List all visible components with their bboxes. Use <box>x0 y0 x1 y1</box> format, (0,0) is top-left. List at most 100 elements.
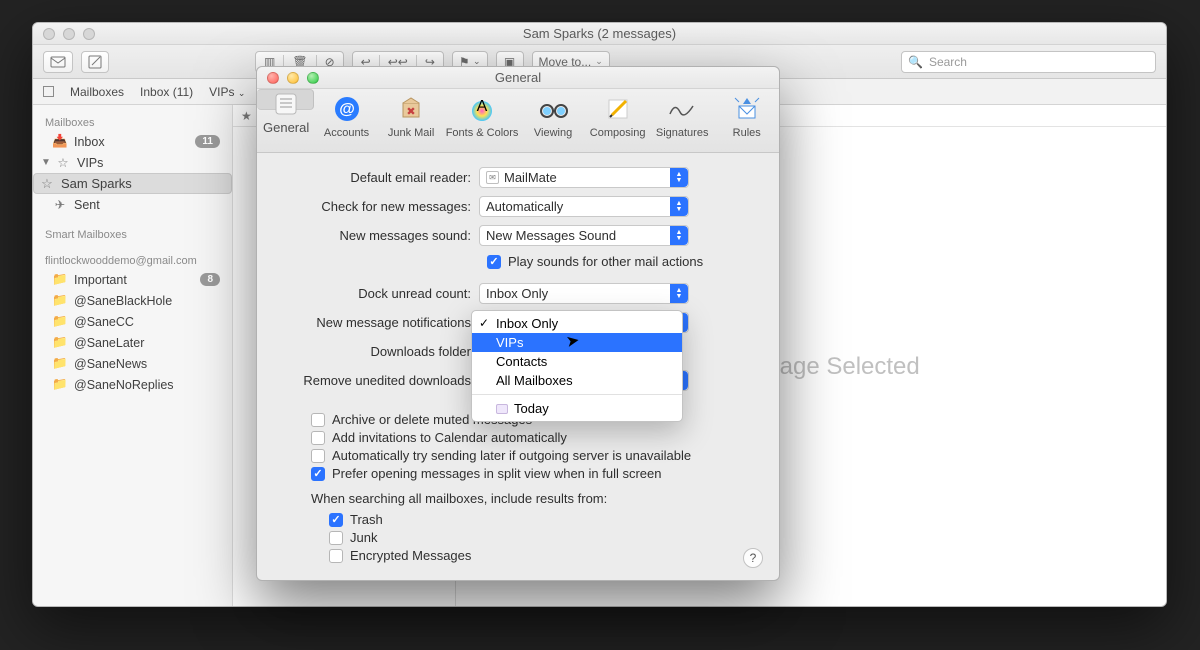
sent-icon: ✈ <box>53 197 67 212</box>
updown-arrows-icon: ▲▼ <box>670 168 688 187</box>
main-window-title: Sam Sparks (2 messages) <box>33 26 1166 41</box>
fav-mailboxes[interactable]: Mailboxes <box>70 85 124 99</box>
tab-viewing[interactable]: Viewing <box>521 89 586 153</box>
signatures-tab-icon <box>666 93 698 125</box>
dropdown-item-contacts[interactable]: Contacts <box>472 352 682 371</box>
fav-inbox[interactable]: Inbox (11) <box>140 85 193 99</box>
tab-general[interactable]: General <box>257 89 314 110</box>
folder-icon: 📁 <box>53 314 67 329</box>
sidebar-header-smart: Smart Mailboxes <box>33 223 232 243</box>
include-trash-checkbox[interactable]: ✓ <box>329 513 343 527</box>
compose-button[interactable] <box>81 51 109 73</box>
fav-vips[interactable]: VIPs ⌄ <box>209 85 245 99</box>
sound-select[interactable]: New Messages Sound ▲▼ <box>479 225 689 246</box>
notifications-label: New message notifications <box>279 315 479 330</box>
svg-text:✖: ✖ <box>406 106 415 118</box>
sidebar: Mailboxes 📥 Inbox 11 ▼ ☆ VIPs ☆ Sam Spar… <box>33 105 233 606</box>
include-junk-checkbox[interactable] <box>329 531 343 545</box>
compose-icon <box>88 55 102 69</box>
folder-icon: 📁 <box>53 377 67 392</box>
play-sounds-checkbox[interactable]: ✓ <box>487 255 501 269</box>
important-badge: 8 <box>200 273 220 286</box>
composing-tab-icon <box>602 93 634 125</box>
sidebar-item-vips[interactable]: ▼ ☆ VIPs <box>33 152 232 173</box>
search-icon: 🔍 <box>908 55 923 69</box>
star-icon: ☆ <box>56 155 70 170</box>
dock-select[interactable]: Inbox Only ▲▼ <box>479 283 689 304</box>
disclosure-triangle-icon[interactable]: ▼ <box>41 157 49 168</box>
folder-icon: 📁 <box>53 335 67 350</box>
prefs-tabs: General @ Accounts ✖ Junk Mail A Fonts &… <box>257 89 779 153</box>
tab-rules[interactable]: Rules <box>714 89 779 153</box>
accounts-tab-icon: @ <box>331 93 363 125</box>
svg-text:@: @ <box>339 101 355 118</box>
updown-arrows-icon: ▲▼ <box>670 284 688 303</box>
inbox-badge: 11 <box>195 135 220 148</box>
updown-arrows-icon: ▲▼ <box>670 197 688 216</box>
tab-accounts[interactable]: @ Accounts <box>314 89 379 153</box>
folder-icon: 📁 <box>53 356 67 371</box>
play-sounds-label: Play sounds for other mail actions <box>508 254 703 269</box>
include-trash-label: Trash <box>350 512 383 527</box>
dropdown-item-all-mailboxes[interactable]: All Mailboxes <box>472 371 682 390</box>
help-button[interactable]: ? <box>743 548 763 568</box>
sidebar-account-header: flintlockwooddemo@gmail.com <box>33 249 232 269</box>
archive-muted-checkbox[interactable] <box>311 413 325 427</box>
sound-label: New messages sound: <box>279 228 479 243</box>
search-include-header: When searching all mailboxes, include re… <box>279 491 757 506</box>
svg-text:A: A <box>477 98 488 115</box>
include-encrypted-checkbox[interactable] <box>329 549 343 563</box>
dropdown-item-today[interactable]: Today <box>472 399 682 418</box>
split-view-checkbox[interactable]: ✓ <box>311 467 325 481</box>
retry-send-checkbox[interactable] <box>311 449 325 463</box>
sidebar-item-sanecc[interactable]: 📁 @SaneCC <box>33 311 232 332</box>
get-mail-button[interactable] <box>43 51 73 73</box>
dock-label: Dock unread count: <box>279 286 479 301</box>
search-input[interactable]: 🔍 Search <box>901 51 1156 73</box>
notifications-dropdown: Inbox Only VIPs Contacts All Mailboxes T… <box>471 310 683 422</box>
downloads-label: Downloads folder <box>279 344 479 359</box>
add-calendar-label: Add invitations to Calendar automaticall… <box>332 430 567 445</box>
mailboxes-toggle-icon[interactable] <box>43 86 54 97</box>
today-smart-icon <box>496 404 508 414</box>
prefs-titlebar: General <box>257 67 779 89</box>
junkmail-tab-icon: ✖ <box>395 93 427 125</box>
default-reader-label: Default email reader: <box>279 170 479 185</box>
sidebar-item-sanenews[interactable]: 📁 @SaneNews <box>33 353 232 374</box>
updown-arrows-icon: ▲▼ <box>670 226 688 245</box>
retry-send-label: Automatically try sending later if outgo… <box>332 448 691 463</box>
tab-signatures[interactable]: Signatures <box>650 89 715 153</box>
check-new-select[interactable]: Automatically ▲▼ <box>479 196 689 217</box>
sidebar-item-saneblackhole[interactable]: 📁 @SaneBlackHole <box>33 290 232 311</box>
dropdown-separator <box>472 394 682 395</box>
tab-composing[interactable]: Composing <box>585 89 650 153</box>
inbox-icon <box>50 56 66 68</box>
default-reader-select[interactable]: ✉ MailMate ▲▼ <box>479 167 689 188</box>
viewing-tab-icon <box>537 93 569 125</box>
tab-junkmail[interactable]: ✖ Junk Mail <box>379 89 444 153</box>
main-titlebar: Sam Sparks (2 messages) <box>33 23 1166 45</box>
mailmate-app-icon: ✉ <box>486 171 499 184</box>
rules-tab-icon <box>731 93 763 125</box>
include-encrypted-label: Encrypted Messages <box>350 548 471 563</box>
inbox-sidebar-icon: 📥 <box>53 134 67 149</box>
sidebar-item-sent[interactable]: ✈ Sent <box>33 194 232 215</box>
folder-icon: 📁 <box>53 272 67 287</box>
folder-icon: 📁 <box>53 293 67 308</box>
check-new-label: Check for new messages: <box>279 199 479 214</box>
sidebar-item-sanenoreplies[interactable]: 📁 @SaneNoReplies <box>33 374 232 395</box>
remove-dl-label: Remove unedited downloads <box>279 373 479 388</box>
sidebar-item-important[interactable]: 📁 Important 8 <box>33 269 232 290</box>
include-junk-label: Junk <box>350 530 377 545</box>
split-view-label: Prefer opening messages in split view wh… <box>332 466 662 481</box>
sidebar-item-sanelater[interactable]: 📁 @SaneLater <box>33 332 232 353</box>
tab-fonts-colors[interactable]: A Fonts & Colors <box>443 89 520 153</box>
sidebar-item-inbox[interactable]: 📥 Inbox 11 <box>33 131 232 152</box>
prefs-title: General <box>257 70 779 85</box>
add-calendar-checkbox[interactable] <box>311 431 325 445</box>
sidebar-item-sam-sparks[interactable]: ☆ Sam Sparks <box>33 173 232 194</box>
sidebar-header-mailboxes: Mailboxes <box>33 111 232 131</box>
star-icon: ☆ <box>40 176 54 192</box>
fonts-colors-tab-icon: A <box>466 93 498 125</box>
general-tab-icon <box>270 90 302 118</box>
